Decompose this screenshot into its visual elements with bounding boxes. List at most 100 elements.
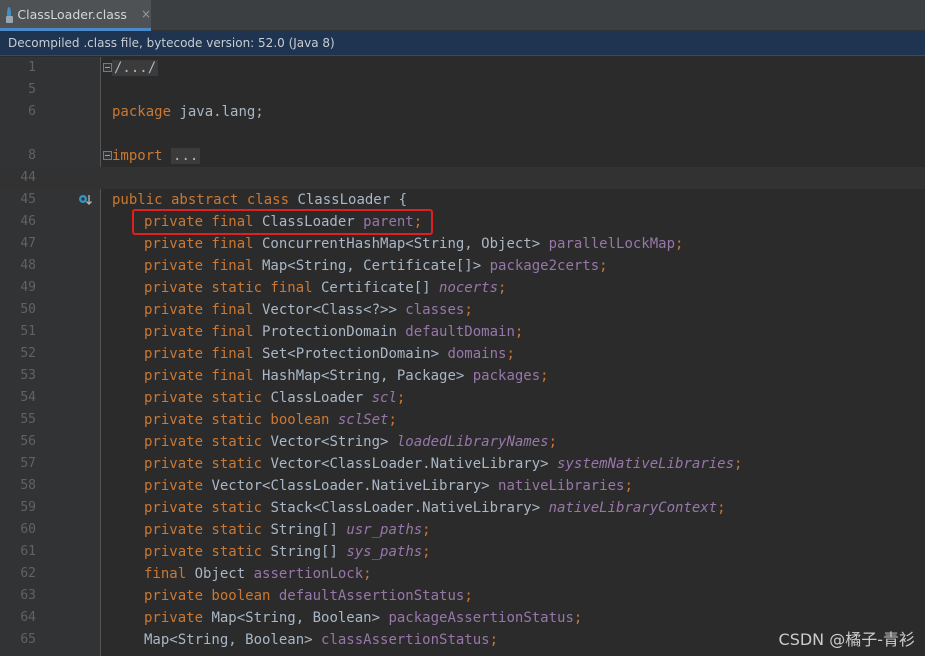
line-number: 50 — [20, 302, 36, 317]
semicolon: ; — [464, 302, 473, 318]
field-name: classes — [405, 302, 465, 318]
code-text: private final ConcurrentHashMap<String, … — [112, 233, 683, 255]
keyword: private static — [144, 434, 263, 450]
code-text: private boolean defaultAssertionStatus; — [112, 585, 473, 607]
keyword: private static — [144, 522, 263, 538]
type-name — [329, 412, 337, 428]
line-number: 45 — [20, 192, 36, 207]
semicolon: ; — [464, 588, 473, 604]
keyword: private final — [144, 324, 254, 340]
field-name: nativeLibraries — [498, 478, 625, 494]
code-editor[interactable]: 1 /.../ 5 6 package java.lang; 8 import … — [0, 57, 925, 656]
code-line: 6 package java.lang; — [0, 101, 925, 123]
code-text: private Vector<ClassLoader.NativeLibrary… — [112, 475, 633, 497]
type-name: Stack<ClassLoader.NativeLibrary> — [262, 500, 549, 516]
fold-collapse-icon[interactable] — [103, 151, 112, 160]
code-line: 46 private final ClassLoader parent; — [0, 211, 925, 233]
tab-close-icon[interactable]: × — [141, 7, 151, 21]
field-name: defaultAssertionStatus — [278, 588, 465, 604]
code-line: 8 import ... — [0, 145, 925, 167]
line-number: 62 — [20, 566, 36, 581]
line-number: 44 — [20, 170, 36, 185]
line-number: 59 — [20, 500, 36, 515]
code-text: private static String[] sys_paths; — [112, 541, 431, 563]
type-name: ClassLoader — [253, 214, 364, 230]
code-text: private static Vector<String> loadedLibr… — [112, 431, 557, 453]
line-number: 6 — [28, 104, 36, 119]
semicolon: ; — [675, 236, 684, 252]
folded-imports[interactable]: ... — [171, 148, 201, 164]
semicolon: ; — [573, 610, 583, 626]
keyword: import — [112, 148, 163, 164]
keyword: private — [144, 610, 204, 626]
line-number: 64 — [20, 610, 36, 625]
line-number: 53 — [20, 368, 36, 383]
code-text: package java.lang; — [112, 101, 264, 123]
keyword: private static — [144, 456, 263, 472]
line-number: 51 — [20, 324, 36, 339]
keyword: private final — [144, 258, 254, 274]
code-text: public abstract class ClassLoader { — [112, 189, 407, 211]
line-number: 55 — [20, 412, 36, 427]
semicolon: ; — [717, 500, 726, 516]
field-name: package2certs — [489, 258, 600, 274]
static-field-name: usr_paths — [346, 522, 423, 538]
tab-label: ClassLoader.class — [17, 6, 127, 22]
semicolon: ; — [363, 566, 372, 582]
keyword: private boolean — [144, 588, 271, 604]
line-number: 8 — [28, 148, 36, 163]
type-name: String[] — [262, 522, 347, 538]
watermark: CSDN @橘子-青衫 — [778, 630, 915, 649]
semicolon: ; — [540, 368, 549, 384]
code-text: private final Set<ProtectionDomain> doma… — [112, 343, 515, 365]
line-number: 61 — [20, 544, 36, 559]
folded-comment[interactable]: /.../ — [112, 60, 159, 76]
line-number: 47 — [20, 236, 36, 251]
field-name: domains — [447, 346, 507, 362]
code-line: 51 private final ProtectionDomain defaul… — [0, 321, 925, 343]
keyword: private static — [144, 544, 263, 560]
decompiled-notice-banner: Decompiled .class file, bytecode version… — [0, 31, 925, 56]
implemented-by-icon[interactable] — [78, 193, 92, 207]
fold-collapse-icon[interactable] — [103, 63, 112, 72]
keyword: final — [144, 566, 187, 582]
code-text: private final ProtectionDomain defaultDo… — [112, 321, 523, 343]
package-name: java.lang; — [171, 104, 264, 120]
line-number: 65 — [20, 632, 36, 647]
keyword: private static boolean — [144, 412, 330, 428]
type-name — [270, 588, 278, 604]
keyword: private static final — [144, 280, 313, 296]
static-field-name: loadedLibraryNames — [396, 434, 549, 450]
keyword: private — [144, 478, 204, 494]
static-field-name: nocerts — [439, 280, 499, 296]
current-code-line: 44 — [0, 167, 925, 189]
class-declaration: ClassLoader { — [289, 192, 408, 208]
code-text: private final Vector<Class<?>> classes; — [112, 299, 473, 321]
type-name: Vector<String> — [262, 434, 397, 450]
code-line: 53 private final HashMap<String, Package… — [0, 365, 925, 387]
code-line: 1 /.../ — [0, 57, 925, 79]
semicolon: ; — [396, 390, 406, 406]
class-file-icon — [6, 7, 14, 23]
field-name: assertionLock — [253, 566, 364, 582]
code-line: 55 private static boolean sclSet; — [0, 409, 925, 431]
line-number: 1 — [28, 60, 36, 75]
code-text: private static String[] usr_paths; — [112, 519, 431, 541]
editor-tab-bar: ClassLoader.class × — [0, 0, 925, 31]
type-name: Map<String, Boolean> — [144, 632, 322, 648]
line-number: 63 — [20, 588, 36, 603]
tab-classloader[interactable]: ClassLoader.class × — [0, 0, 151, 31]
type-name: ClassLoader — [262, 390, 372, 406]
code-line: 52 private final Set<ProtectionDomain> d… — [0, 343, 925, 365]
type-name: HashMap<String, Package> — [253, 368, 473, 384]
code-text: private final ClassLoader parent; — [112, 211, 422, 233]
code-text: import ... — [112, 145, 201, 167]
code-text: private final Map<String, Certificate[]>… — [112, 255, 608, 277]
code-text: private Map<String, Boolean> packageAsse… — [112, 607, 582, 629]
line-number: 57 — [20, 456, 36, 471]
code-line: 62 final Object assertionLock; — [0, 563, 925, 585]
semicolon: ; — [413, 214, 423, 230]
code-text: final Object assertionLock; — [112, 563, 372, 585]
code-line: 58 private Vector<ClassLoader.NativeLibr… — [0, 475, 925, 497]
code-line: 48 private final Map<String, Certificate… — [0, 255, 925, 277]
